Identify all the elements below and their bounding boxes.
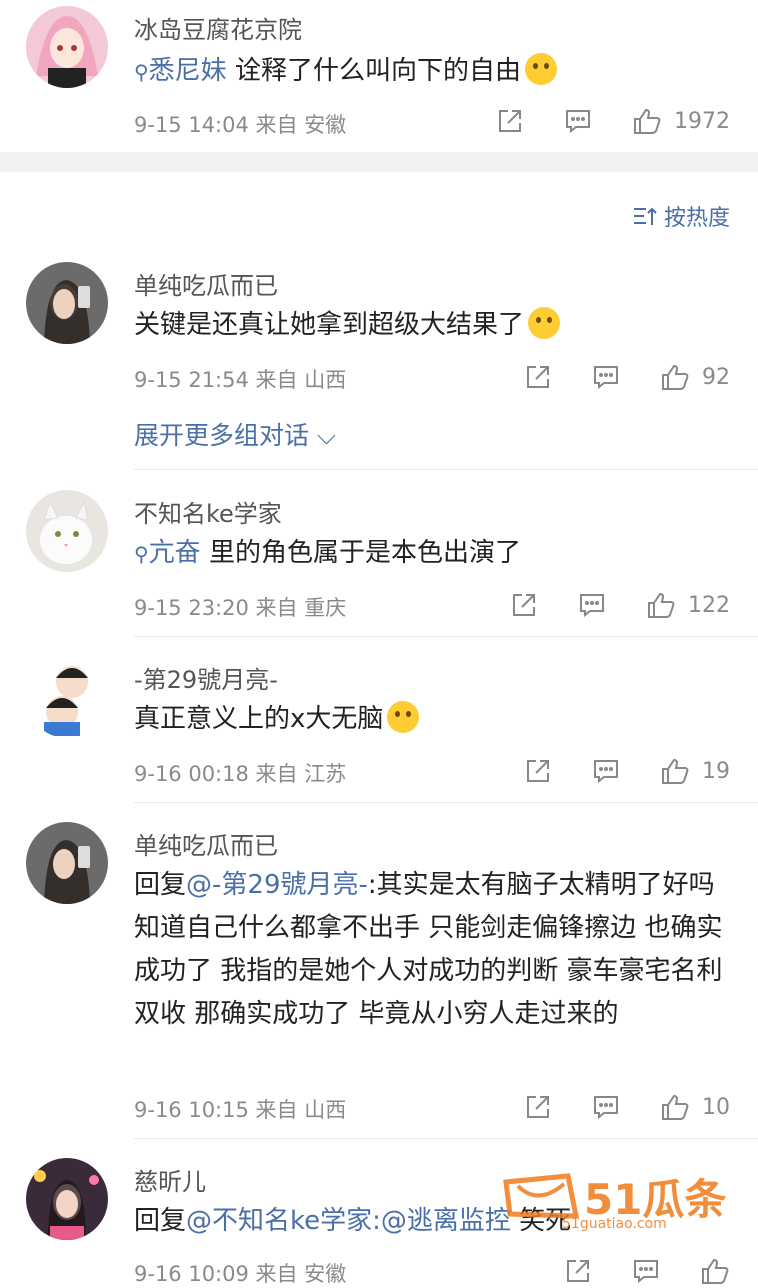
mention-link[interactable]: @-第29號月亮-	[186, 870, 368, 900]
search-icon: ⚲	[134, 60, 149, 84]
divider	[134, 1138, 758, 1139]
comment-actions: 19	[524, 754, 730, 788]
topic-link[interactable]: ⚲悉尼妹	[134, 56, 235, 86]
username[interactable]: 不知名ke学家	[134, 494, 282, 529]
search-icon: ⚲	[134, 542, 149, 566]
emoji-icon	[528, 307, 561, 339]
comment-icon[interactable]	[632, 1257, 660, 1285]
like-count: 19	[702, 758, 730, 784]
share-icon[interactable]	[510, 591, 538, 619]
comment-icon[interactable]	[592, 363, 620, 391]
comment-meta: 9-16 00:18 来自 江苏	[134, 762, 347, 786]
comment-icon[interactable]	[592, 1093, 620, 1121]
comment-meta: 9-15 21:54 来自 山西	[134, 368, 347, 392]
comment-text: ⚲悉尼妹 诠释了什么叫向下的自由	[134, 50, 734, 94]
like-count: 92	[702, 364, 730, 390]
comment-meta: 9-16 10:15 来自 山西	[134, 1098, 347, 1122]
username[interactable]: -第29號月亮-	[134, 660, 278, 695]
comment-text: ⚲亢奋 里的角色属于是本色出演了	[134, 538, 521, 568]
sort-toggle[interactable]: 按热度	[632, 200, 730, 232]
comment-text: 真正意义上的x大无脑	[134, 698, 734, 741]
comment-icon[interactable]	[592, 757, 620, 785]
topic-link[interactable]: ⚲亢奋	[134, 538, 209, 568]
thumbs-up-icon	[662, 758, 689, 784]
emoji-icon	[524, 53, 557, 85]
divider	[134, 802, 758, 803]
avatar[interactable]	[26, 656, 108, 738]
avatar[interactable]	[26, 262, 108, 344]
section-separator	[0, 152, 758, 172]
like-button[interactable]: 92	[660, 362, 730, 392]
comment-actions: 1972	[496, 104, 730, 138]
like-count: 122	[688, 592, 730, 618]
watermark-logo: 51瓜条 51guatiao.com	[498, 1162, 738, 1234]
thumbs-up-icon	[634, 108, 661, 134]
like-count: 10	[702, 1094, 730, 1120]
share-icon[interactable]	[524, 363, 552, 391]
divider	[134, 469, 758, 470]
comment-meta: 9-15 23:20 来自 重庆	[134, 596, 347, 620]
mention-link[interactable]: @不知名ke学家	[186, 1206, 372, 1236]
comment-actions: 122	[510, 588, 730, 622]
divider	[134, 636, 758, 637]
avatar[interactable]	[26, 6, 108, 88]
chevron-down-icon: ⌵	[316, 421, 336, 450]
like-button[interactable]: 10	[660, 1092, 730, 1122]
comment-meta: 9-15 14:04 来自 安徽	[134, 113, 347, 137]
username[interactable]: 冰岛豆腐花京院	[134, 10, 302, 45]
comment-text: 回复@-第29號月亮-:其实是太有脑子太精明了好吗 知道自己什么都拿不出手 只能…	[134, 870, 723, 1029]
comment-actions: 10	[524, 1090, 730, 1124]
like-button[interactable]: 1972	[632, 106, 730, 136]
thumbs-up-icon	[702, 1258, 729, 1284]
share-icon[interactable]	[496, 107, 524, 135]
comment-meta: 9-16 10:09 来自 安徽	[134, 1262, 347, 1286]
emoji-icon	[387, 701, 420, 733]
thumbs-up-icon	[648, 592, 675, 618]
comment-icon[interactable]	[564, 107, 592, 135]
comment-actions	[564, 1254, 730, 1288]
thumbs-up-icon	[662, 364, 689, 390]
mention-link[interactable]: :@逃离监控	[372, 1206, 511, 1236]
share-icon[interactable]	[524, 1093, 552, 1121]
username[interactable]: 单纯吃瓜而已	[134, 266, 278, 301]
like-count: 1972	[674, 108, 730, 134]
comment-text: 关键是还真让她拿到超级大结果了	[134, 304, 734, 347]
like-button[interactable]: 19	[660, 756, 730, 786]
thumbs-up-icon	[662, 1094, 689, 1120]
username[interactable]: 单纯吃瓜而已	[134, 826, 278, 861]
username[interactable]: 慈昕儿	[134, 1162, 206, 1197]
comment-icon[interactable]	[578, 591, 606, 619]
comment-actions: 92	[524, 360, 730, 394]
avatar[interactable]	[26, 822, 108, 904]
sort-icon	[633, 207, 657, 225]
avatar[interactable]	[26, 1158, 108, 1240]
expand-conversations-link[interactable]: 展开更多组对话 ⌵	[134, 416, 336, 452]
like-button[interactable]	[700, 1256, 730, 1286]
avatar[interactable]	[26, 490, 108, 572]
like-button[interactable]: 122	[646, 590, 730, 620]
share-icon[interactable]	[524, 757, 552, 785]
share-icon[interactable]	[564, 1257, 592, 1285]
watermark-site: 51guatiao.com	[562, 1216, 667, 1232]
